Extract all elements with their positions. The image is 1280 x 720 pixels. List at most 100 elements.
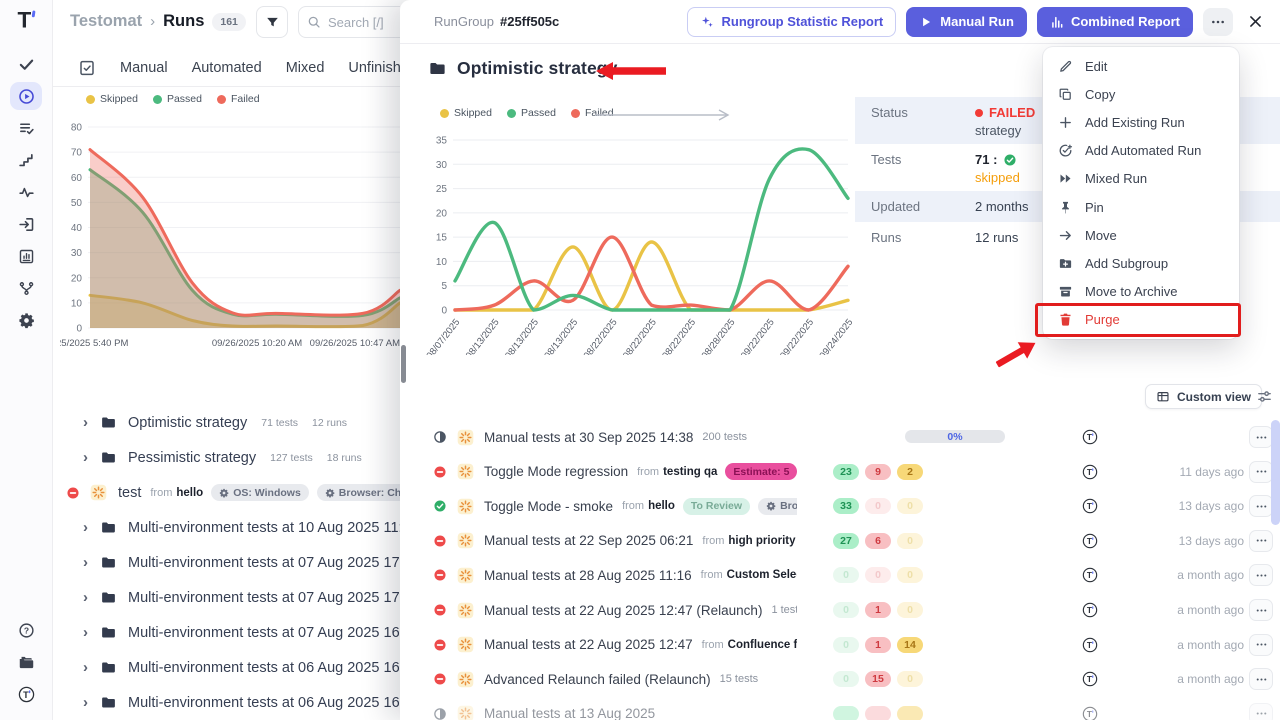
run-row[interactable]: Manual tests at 22 Aug 2025 12:47fromCon… — [400, 628, 1280, 662]
failed-icon — [66, 486, 80, 500]
avatar[interactable]: T — [1082, 706, 1098, 720]
filter-button[interactable] — [256, 6, 288, 38]
result-counts: 2760 — [833, 533, 923, 549]
menu-item-copy[interactable]: Copy — [1043, 80, 1239, 108]
combined-report-button[interactable]: Combined Report — [1037, 7, 1193, 37]
avatar[interactable]: T — [1082, 498, 1098, 514]
run-more-button[interactable] — [1249, 668, 1273, 690]
chevron-right-icon[interactable]: › — [83, 449, 88, 466]
avatar[interactable]: T — [1082, 671, 1098, 687]
sidebar-item-report-box[interactable] — [10, 242, 42, 270]
sidebar-item-list-check[interactable] — [10, 114, 42, 142]
run-more-button[interactable] — [1249, 495, 1273, 517]
run-title[interactable]: Manual tests at 22 Aug 2025 12:47 (Relau… — [484, 603, 762, 618]
checklist-icon[interactable] — [78, 59, 96, 77]
tab-manual[interactable]: Manual — [120, 60, 168, 76]
sidebar-item-sign-in[interactable] — [10, 210, 42, 238]
chevron-right-icon[interactable]: › — [83, 624, 88, 641]
ellipsis-icon — [1210, 14, 1226, 30]
search-input[interactable]: Search [/] — [298, 6, 400, 38]
sidebar-item-help[interactable]: ? — [10, 616, 42, 644]
tab-unfinished[interactable]: Unfinished — [348, 60, 400, 76]
run-row[interactable]: Toggle Mode regressionfromtesting qaEsti… — [400, 455, 1280, 489]
chevron-right-icon[interactable]: › — [83, 519, 88, 536]
tree-group-row[interactable]: ›Multi-environment tests at 07 Aug 2025 … — [52, 545, 400, 580]
menu-item-add-subgroup[interactable]: Add Subgroup — [1043, 249, 1239, 277]
tree-group-row[interactable]: ›Optimistic strategy71 tests12 runs — [52, 405, 400, 440]
more-actions-button[interactable] — [1203, 8, 1233, 36]
run-row[interactable]: Manual tests at 30 Sep 2025 14:38200 tes… — [400, 420, 1280, 454]
tab-mixed[interactable]: Mixed — [286, 60, 325, 76]
run-title[interactable]: Manual tests at 28 Aug 2025 11:16 — [484, 568, 692, 583]
run-title[interactable]: Manual tests at 30 Sep 2025 14:38 — [484, 430, 693, 445]
tests-count: 71 tests — [261, 417, 298, 429]
sidebar-item-pulse[interactable] — [10, 178, 42, 206]
menu-item-edit[interactable]: Edit — [1043, 52, 1239, 80]
run-title[interactable]: Manual tests at 13 Aug 2025 — [484, 706, 655, 720]
run-more-button[interactable] — [1249, 530, 1273, 552]
chevron-right-icon[interactable]: › — [83, 694, 88, 711]
annotation-purge-box — [1035, 303, 1241, 337]
tree-group-row[interactable]: ›Multi-environment tests at 07 Aug 2025 … — [52, 615, 400, 650]
chevron-right-icon[interactable]: › — [83, 554, 88, 571]
chevron-right-icon[interactable]: › — [83, 659, 88, 676]
avatar[interactable]: T — [1082, 464, 1098, 480]
menu-item-mixed-run[interactable]: Mixed Run — [1043, 165, 1239, 193]
sidebar-item-steps[interactable] — [10, 146, 42, 174]
sidebar-item-play-circle[interactable] — [10, 82, 42, 110]
menu-item-pin[interactable]: Pin — [1043, 193, 1239, 221]
tree-group-row[interactable]: ›Pessimistic strategy127 tests18 runs — [52, 440, 400, 475]
avatar[interactable]: T — [1082, 637, 1098, 653]
menu-item-add-existing-run[interactable]: Add Existing Run — [1043, 108, 1239, 136]
run-more-button[interactable] — [1249, 599, 1273, 621]
run-title[interactable]: Toggle Mode - smoke — [484, 499, 613, 514]
run-title[interactable]: Toggle Mode regression — [484, 464, 628, 479]
run-more-button[interactable] — [1249, 564, 1273, 586]
tab-automated[interactable]: Automated — [192, 60, 262, 76]
sidebar-item-folders[interactable] — [10, 648, 42, 676]
run-row[interactable]: Advanced Relaunch failed (Relaunch)15 te… — [400, 662, 1280, 696]
svg-text:09/24/2025: 09/24/2025 — [817, 317, 855, 355]
list-scrollbar[interactable] — [1271, 420, 1280, 525]
menu-item-add-automated-run[interactable]: Add Automated Run — [1043, 137, 1239, 165]
menu-item-move[interactable]: Move — [1043, 221, 1239, 249]
sidebar-item-check[interactable] — [10, 50, 42, 78]
testomat-logo-icon[interactable]: T — [13, 6, 40, 33]
run-title[interactable]: Advanced Relaunch failed (Relaunch) — [484, 672, 711, 687]
run-row[interactable]: Manual tests at 28 Aug 2025 11:16fromCus… — [400, 558, 1280, 592]
tree-group-row[interactable]: ›Multi-environment tests at 06 Aug 2025 … — [52, 685, 400, 720]
svg-text:35: 35 — [436, 136, 448, 147]
modal-scrollbar[interactable] — [401, 345, 406, 383]
sliders-icon[interactable] — [1256, 388, 1273, 405]
close-icon[interactable] — [1247, 13, 1264, 30]
avatar[interactable]: T — [1082, 429, 1098, 445]
custom-view-button[interactable]: Custom view — [1145, 384, 1262, 409]
menu-item-move-to-archive[interactable]: Move to Archive — [1043, 278, 1239, 306]
avatar[interactable]: T — [1082, 567, 1098, 583]
run-row[interactable]: Manual tests at 13 Aug 2025 T — [400, 697, 1280, 720]
run-more-button[interactable] — [1249, 426, 1273, 448]
avatar[interactable]: T — [1082, 602, 1098, 618]
run-more-button[interactable] — [1249, 461, 1273, 483]
tree-group-row[interactable]: ›Multi-environment tests at 07 Aug 2025 … — [52, 580, 400, 615]
run-title[interactable]: Manual tests at 22 Sep 2025 06:21 — [484, 533, 693, 548]
tree-group-row[interactable]: ›Multi-environment tests at 06 Aug 2025 … — [52, 650, 400, 685]
sidebar-item-branch[interactable] — [10, 274, 42, 302]
manual-run-button[interactable]: Manual Run — [906, 7, 1027, 37]
tree-group-row[interactable]: ›Multi-environment tests at 10 Aug 2025 … — [52, 510, 400, 545]
run-row[interactable]: Manual tests at 22 Sep 2025 06:21fromhig… — [400, 524, 1280, 558]
chevron-right-icon[interactable]: › — [83, 589, 88, 606]
run-title[interactable]: Manual tests at 22 Aug 2025 12:47 — [484, 637, 693, 652]
rungroup-statistic-report-button[interactable]: Rungroup Statistic Report — [687, 7, 896, 37]
sidebar-item-gear[interactable] — [10, 306, 42, 334]
run-more-button[interactable] — [1249, 634, 1273, 656]
run-more-button[interactable] — [1249, 703, 1273, 720]
run-row[interactable]: Manual tests at 22 Aug 2025 12:47 (Relau… — [400, 593, 1280, 627]
avatar[interactable]: T — [1082, 533, 1098, 549]
chevron-right-icon[interactable]: › — [83, 414, 88, 431]
sidebar-item-logo[interactable]: T — [10, 680, 42, 708]
tree-run-row[interactable]: testfromhelloOS: WindowsBrowser: Chrome — [52, 475, 400, 510]
count-pill: 0 — [865, 498, 891, 514]
breadcrumb-brand[interactable]: Testomat — [70, 12, 142, 31]
run-row[interactable]: Toggle Mode - smokefromhelloTo ReviewBro… — [400, 489, 1280, 523]
